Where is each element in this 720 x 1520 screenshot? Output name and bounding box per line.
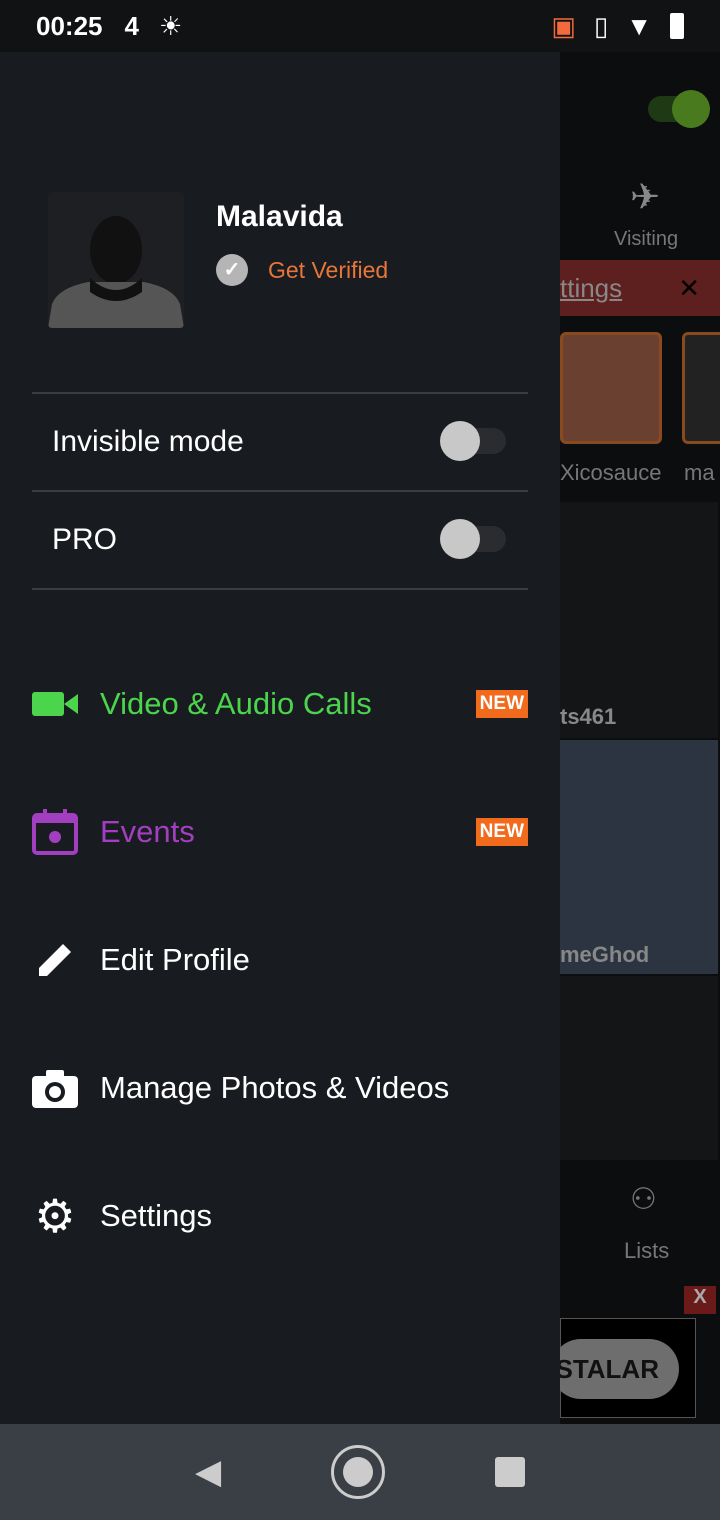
status-bar: 00:25 4 ☀ ▣ ▯ ▼: [0, 0, 720, 52]
profile-name: Malavida: [216, 200, 343, 233]
menu-edit-profile[interactable]: Edit Profile: [32, 930, 528, 990]
ad-close-button[interactable]: X: [684, 1286, 716, 1314]
user-card[interactable]: [560, 976, 718, 1160]
pro-toggle[interactable]: [440, 519, 506, 559]
home-button[interactable]: [331, 1445, 386, 1499]
invisible-mode-toggle[interactable]: [440, 421, 506, 461]
camera-icon: [32, 1065, 78, 1111]
menu-video-audio-calls[interactable]: Video & Audio Calls NEW: [32, 674, 528, 734]
settings-banner[interactable]: ttings ✕: [560, 260, 720, 316]
user-card[interactable]: [560, 502, 718, 738]
wifi-icon: ▼: [626, 10, 652, 41]
close-icon[interactable]: ✕: [678, 260, 700, 316]
gear-icon: ⚙: [34, 1190, 76, 1242]
clock: 00:25: [36, 10, 103, 41]
video-camera-icon: [32, 681, 78, 727]
lists-icon: ⚇: [630, 1183, 657, 1216]
user-card[interactable]: [560, 740, 718, 974]
recents-button[interactable]: [495, 1457, 525, 1487]
install-button[interactable]: STALAR: [560, 1339, 679, 1399]
vibrate-icon: ▯: [593, 10, 609, 41]
invisible-mode-row[interactable]: Invisible mode: [32, 392, 528, 490]
background-screen: ✈ Visiting ttings ✕ Xicosauce ma ts461 m…: [560, 52, 720, 1424]
verified-check-icon: ✓: [216, 254, 248, 286]
avatar[interactable]: [48, 192, 184, 328]
online-toggle[interactable]: [648, 90, 710, 128]
navigation-drawer: Malavida ✓ Get Verified Invisible mode P…: [0, 52, 560, 1424]
brightness-icon: ☀: [158, 10, 183, 41]
lists-tab[interactable]: Lists: [624, 1238, 669, 1264]
user-thumb[interactable]: [682, 332, 720, 444]
calendar-icon: [32, 809, 78, 855]
menu-manage-photos-videos[interactable]: Manage Photos & Videos: [32, 1058, 528, 1118]
new-badge: NEW: [475, 818, 528, 846]
visiting-tab[interactable]: Visiting: [614, 228, 678, 251]
menu-settings[interactable]: ⚙ Settings: [32, 1186, 528, 1246]
app-4-icon: 4: [124, 10, 139, 41]
menu-events[interactable]: Events NEW: [32, 802, 528, 862]
battery-icon: [670, 13, 684, 39]
pencil-icon: [32, 937, 78, 983]
back-button[interactable]: ◀: [195, 1452, 221, 1492]
cast-icon: ▣: [551, 10, 576, 41]
user-thumb[interactable]: [560, 332, 662, 444]
pro-row[interactable]: PRO: [32, 490, 528, 590]
airplane-icon: ✈: [630, 176, 661, 217]
new-badge: NEW: [475, 690, 528, 718]
system-nav-bar: ◀: [0, 1424, 720, 1520]
get-verified-link[interactable]: ✓ Get Verified: [216, 254, 388, 286]
ad-banner: STALAR: [560, 1318, 696, 1418]
